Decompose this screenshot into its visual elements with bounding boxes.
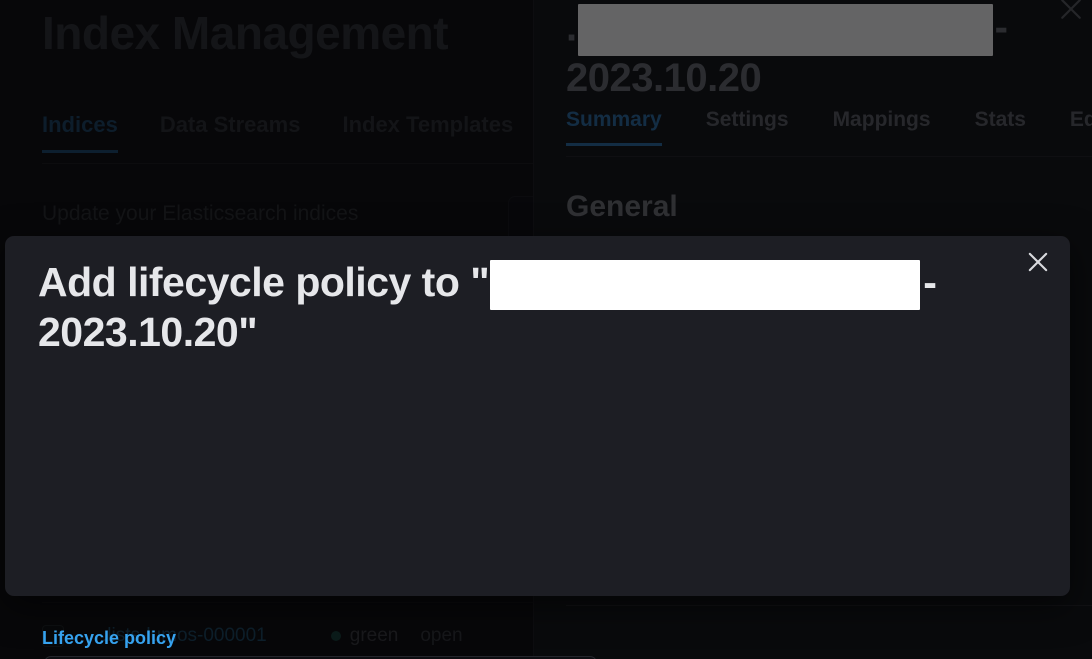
add-lifecycle-policy-modal: Add lifecycle policy to " - 2023.10.20" Li…	[5, 236, 1070, 659]
modal-title-suffix: 2023.10.20"	[38, 309, 258, 356]
modal-title: Add lifecycle policy to " - 2023.10.20"	[38, 260, 1028, 354]
app-root: Index Management Indices Data Streams In…	[0, 0, 1092, 659]
lifecycle-policy-label: Lifecycle policy	[42, 628, 177, 648]
modal-title-prefix: Add lifecycle policy to "	[38, 259, 490, 305]
modal-close-icon[interactable]	[1024, 248, 1054, 278]
modal-title-redaction	[490, 260, 921, 311]
modal-title-separator: -	[923, 259, 937, 305]
